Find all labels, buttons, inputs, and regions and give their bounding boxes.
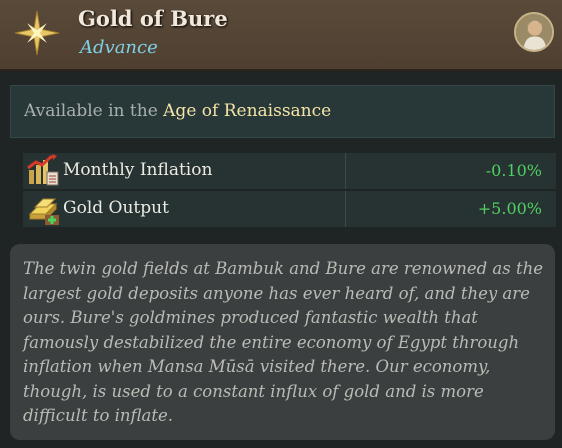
column-divider bbox=[345, 191, 346, 227]
portrait-avatar[interactable] bbox=[514, 12, 554, 52]
column-divider bbox=[345, 153, 346, 189]
tooltip-header: Gold of Bure Advance bbox=[0, 0, 562, 71]
availability-age: Age of Renaissance bbox=[163, 101, 332, 121]
modifier-row-gold-output[interactable]: Gold Output +5.00% bbox=[23, 191, 556, 227]
modifier-row-monthly-inflation[interactable]: Monthly Inflation -0.10% bbox=[23, 153, 556, 189]
modifier-value: +5.00% bbox=[477, 199, 542, 218]
star-icon bbox=[14, 10, 60, 56]
gold-bars-icon bbox=[28, 198, 59, 225]
advance-type-label: Advance bbox=[80, 37, 158, 58]
availability-banner: Available in the Age of Renaissance bbox=[10, 85, 555, 138]
advance-title: Gold of Bure bbox=[78, 6, 228, 31]
modifier-label: Gold Output bbox=[63, 198, 169, 218]
description-box: The twin gold fields at Bambuk and Bure … bbox=[10, 244, 555, 440]
flavor-text: The twin gold fields at Bambuk and Bure … bbox=[23, 259, 543, 425]
modifier-value: -0.10% bbox=[485, 161, 542, 180]
inflation-chart-icon bbox=[27, 154, 59, 186]
modifier-label: Monthly Inflation bbox=[63, 160, 213, 180]
availability-prefix: Available in the bbox=[24, 101, 164, 121]
